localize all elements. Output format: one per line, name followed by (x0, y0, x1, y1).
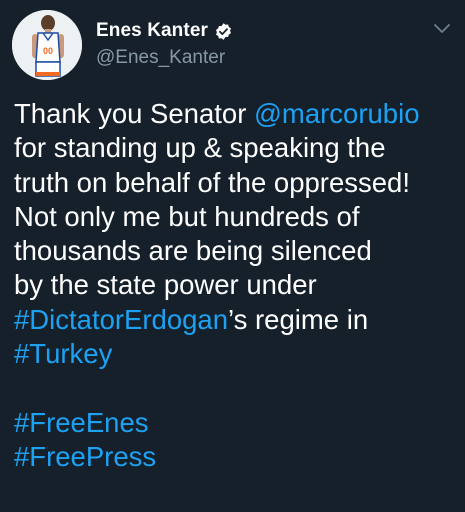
author-block: Enes Kanter @Enes_Kanter (96, 18, 233, 69)
tweet-text: Thank you Senator @marcorubio for standi… (14, 97, 454, 474)
hashtag-link[interactable]: #DictatorErdogan (14, 304, 228, 335)
display-name[interactable]: Enes Kanter (96, 20, 208, 42)
tweet-text-segment: ’s regime in (228, 303, 369, 335)
tweet-line: #FreeEnes (14, 406, 454, 440)
tweet: 00 Enes Kanter @Enes_Kanter Thank you Se… (0, 0, 465, 512)
tweet-line: Thank you Senator @marcorubio (14, 97, 454, 131)
user-handle[interactable]: @Enes_Kanter (96, 47, 233, 69)
hashtag-link[interactable]: #FreeEnes (14, 407, 149, 438)
tweet-line: thousands are being silenced (14, 235, 372, 267)
tweet-line: #FreePress (14, 440, 454, 474)
tweet-line: #DictatorErdogan’s regime in (14, 303, 454, 337)
verified-badge-icon (214, 22, 233, 41)
tweet-line: by the state power under (14, 269, 317, 301)
chevron-down-icon[interactable] (433, 22, 451, 36)
tweet-line: for standing up & speaking the (14, 132, 386, 164)
hashtag-link[interactable]: #FreePress (14, 441, 156, 472)
avatar[interactable]: 00 (12, 10, 82, 80)
name-row: Enes Kanter (96, 18, 233, 44)
tweet-line: truth on behalf of the oppressed! (14, 166, 410, 198)
jersey-number: 00 (43, 46, 53, 56)
tweet-line: #Turkey (14, 337, 454, 371)
tweet-line: Not only me but hundreds of (14, 200, 360, 232)
mention-link[interactable]: @marcorubio (254, 98, 419, 129)
tweet-text-segment: Thank you Senator (14, 98, 255, 129)
hashtag-link[interactable]: #Turkey (14, 338, 112, 369)
